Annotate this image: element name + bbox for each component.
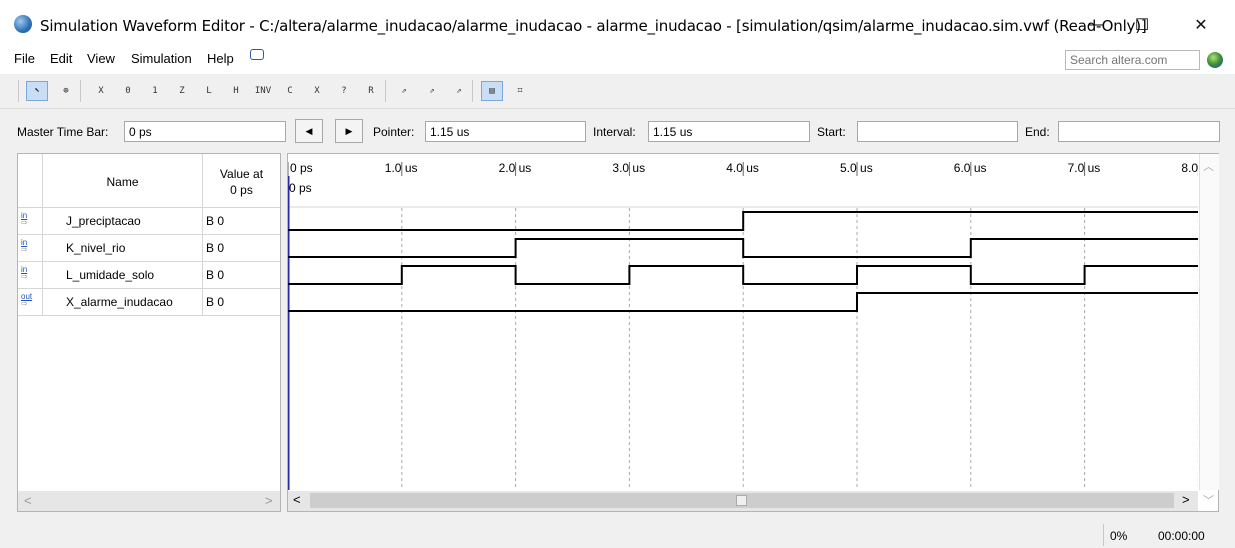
scroll-left-icon[interactable]: <: [24, 493, 32, 508]
status-divider: [1103, 524, 1104, 546]
waveform-vscrollbar[interactable]: [1199, 154, 1219, 490]
status-bar: [0, 522, 1235, 548]
time-tick-label: 7.0 us: [1068, 161, 1101, 175]
signal-row[interactable]: [18, 235, 280, 261]
menu-help[interactable]: Help: [207, 51, 234, 66]
value-column-header-line2[interactable]: 0 ps: [203, 183, 280, 197]
row-divider: [18, 315, 280, 316]
time-tick-label: 0 ps: [290, 161, 313, 175]
toolbar-separator: [385, 80, 386, 102]
scroll-left-icon[interactable]: <: [293, 492, 301, 507]
signal-name: J_preciptacao: [66, 214, 141, 228]
signal-value: B 0: [206, 241, 225, 255]
output-pin-icon: out ⇨: [21, 292, 33, 308]
time-tick-label: 5.0 us: [840, 161, 873, 175]
next-transition-button[interactable]: ▶: [335, 119, 363, 143]
end-label: End:: [1025, 125, 1050, 139]
generate-netlist-icon[interactable]: ⇗: [448, 81, 470, 101]
master-time-bar-field[interactable]: 0 ps: [124, 121, 286, 142]
close-button[interactable]: ✕: [1178, 8, 1224, 42]
scroll-down-icon[interactable]: ﹀: [1203, 492, 1214, 508]
time-tick-label: 8.0 us: [1181, 161, 1198, 175]
end-field[interactable]: [1058, 121, 1220, 142]
time-tick-label: 6.0 us: [954, 161, 987, 175]
scroll-right-icon[interactable]: >: [1182, 492, 1190, 507]
force-low-icon[interactable]: 0: [117, 81, 139, 101]
force-high-icon[interactable]: 1: [144, 81, 166, 101]
start-field[interactable]: [857, 121, 1018, 142]
scroll-right-icon[interactable]: >: [265, 493, 273, 508]
signal-row[interactable]: [18, 208, 280, 234]
force-unknown-icon[interactable]: X: [90, 81, 112, 101]
time-tick-label: 3.0 us: [612, 161, 645, 175]
interval-field[interactable]: 1.15 us: [648, 121, 810, 142]
time-tick-label: 4.0 us: [726, 161, 759, 175]
time-tick-label: 1.0 us: [385, 161, 418, 175]
scroll-up-icon[interactable]: ︿: [1203, 158, 1214, 174]
random-values-icon[interactable]: ?: [333, 81, 355, 101]
input-pin-icon: in ⇨: [21, 238, 28, 254]
menu-simulation[interactable]: Simulation: [131, 51, 192, 66]
run-timing-simulation-icon[interactable]: ⇗: [421, 81, 443, 101]
hscroll-grip[interactable]: [736, 495, 747, 506]
invert-icon[interactable]: INV: [252, 81, 274, 101]
toolbar-separator: [472, 80, 473, 102]
grid-settings-icon[interactable]: ⌗: [509, 81, 531, 101]
signal-name: X_alarme_inudacao: [66, 295, 173, 309]
previous-transition-button[interactable]: ◀: [295, 119, 323, 143]
force-high-impedance-icon[interactable]: Z: [171, 81, 193, 101]
signal-name: K_nivel_rio: [66, 241, 126, 255]
interval-label: Interval:: [593, 125, 636, 139]
input-pin-icon: in ⇨: [21, 211, 28, 227]
name-column-header[interactable]: Name: [43, 175, 202, 189]
zoom-tool-icon[interactable]: ⊕: [55, 81, 77, 101]
selection-tool-icon[interactable]: ⬉: [26, 81, 48, 101]
toolbar-separator: [18, 80, 19, 102]
globe-icon[interactable]: [1207, 52, 1223, 68]
menu-edit[interactable]: Edit: [50, 51, 72, 66]
signal-value: B 0: [206, 268, 225, 282]
toolbar-separator: [80, 80, 81, 102]
window-title: Simulation Waveform Editor - C:/altera/a…: [40, 17, 1147, 35]
input-pin-icon: in ⇨: [21, 265, 28, 281]
maximize-button[interactable]: ☐: [1119, 8, 1165, 42]
arbitrary-value-icon[interactable]: R: [360, 81, 382, 101]
signal-list-hscrollbar[interactable]: [18, 491, 280, 511]
signal-value: B 0: [206, 295, 225, 309]
waveform-X_alarme_inudacao[interactable]: [288, 292, 1198, 312]
feedback-icon[interactable]: [250, 49, 264, 60]
snap-to-grid-icon[interactable]: ▤: [481, 81, 503, 101]
overwrite-clock-icon[interactable]: X: [306, 81, 328, 101]
signal-name: L_umidade_solo: [66, 268, 155, 282]
count-value-icon[interactable]: C: [279, 81, 301, 101]
force-weak-low-icon[interactable]: L: [198, 81, 220, 101]
waveform-K_nivel_rio[interactable]: [288, 238, 1198, 258]
waveform-canvas[interactable]: 0 ps 1.0 us 2.0 us 3.0 us 4.0 us 5.0 us 6.0 us…: [288, 154, 1198, 490]
master-time-bar-label: Master Time Bar:: [17, 125, 109, 139]
time-tick-label: 2.0 us: [499, 161, 532, 175]
waveform-L_umidade_solo[interactable]: [288, 265, 1198, 285]
cursor-time-label: 0 ps: [289, 181, 312, 195]
force-weak-high-icon[interactable]: H: [225, 81, 247, 101]
menu-view[interactable]: View: [87, 51, 115, 66]
minimize-button[interactable]: —: [1073, 8, 1119, 42]
run-functional-simulation-icon[interactable]: ⇗: [393, 81, 415, 101]
pointer-label: Pointer:: [373, 125, 415, 139]
start-label: Start:: [817, 125, 846, 139]
menu-file[interactable]: File: [14, 51, 35, 66]
value-column-header-line1[interactable]: Value at: [203, 167, 280, 181]
pointer-field[interactable]: 1.15 us: [425, 121, 586, 142]
quartus-app-icon: [14, 15, 32, 33]
elapsed-time: 00:00:00: [1158, 529, 1205, 543]
signal-value: B 0: [206, 214, 225, 228]
search-input[interactable]: [1065, 50, 1200, 70]
waveform-J_preciptacao[interactable]: [288, 211, 1198, 231]
progress-text: 0%: [1110, 529, 1128, 543]
